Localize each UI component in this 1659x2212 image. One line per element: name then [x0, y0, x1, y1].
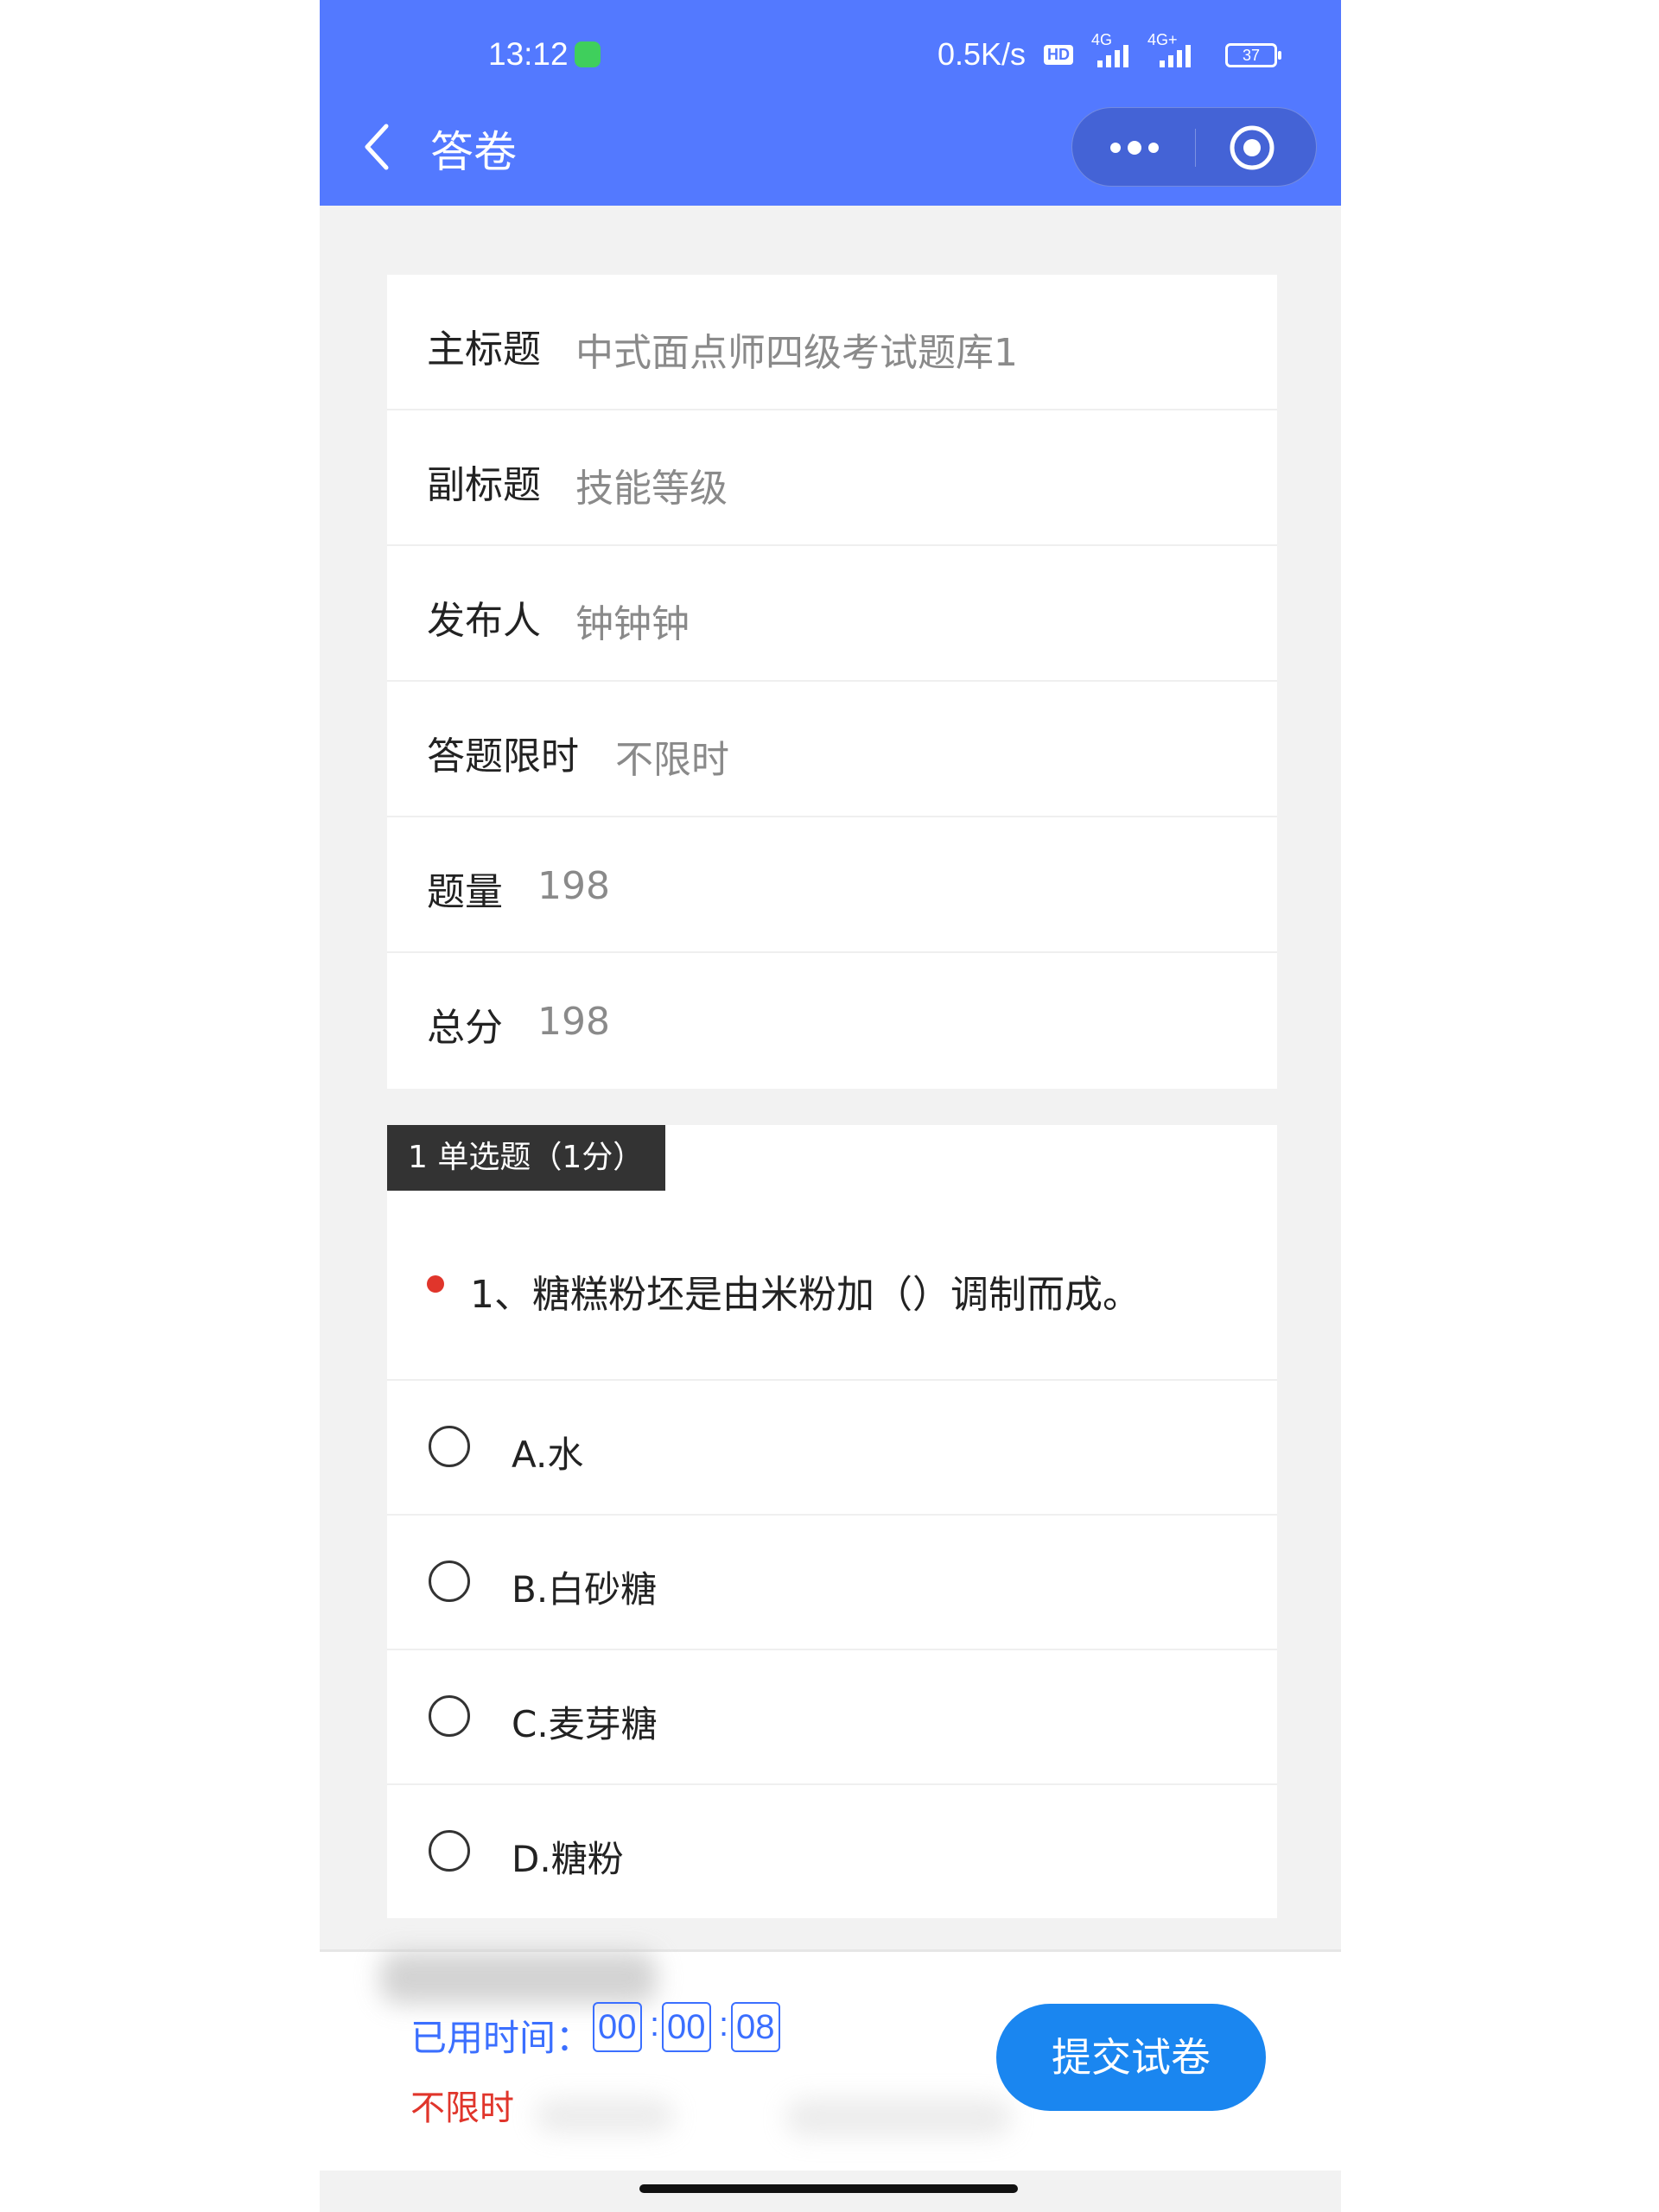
submit-exam-button[interactable]: 提交试卷: [996, 2004, 1266, 2111]
info-label: 答题限时: [427, 734, 579, 779]
radio-icon[interactable]: [429, 1560, 470, 1602]
option-d[interactable]: D.糖粉: [387, 1785, 1277, 1920]
network-speed: 0.5K/s: [938, 36, 1027, 72]
mini-program-capsule: [1071, 107, 1317, 187]
footer-bar: 已用时间： 00 : 00 : 08 不限时 提交试卷: [320, 1949, 1341, 2171]
option-c[interactable]: C.麦芽糖: [387, 1650, 1277, 1785]
info-label: 题量: [427, 870, 503, 914]
required-dot-icon: [427, 1275, 444, 1293]
top-bar: 13:12 0.5K/s HD 4G 4G+ 37 答卷: [320, 0, 1341, 206]
option-label: A.水: [512, 1433, 584, 1476]
info-row-subtitle: 副标题 技能等级: [387, 410, 1277, 546]
question-text: 1、糖糕粉坯是由米粉加（）调制而成。: [470, 1273, 1141, 1317]
battery-icon: 37: [1225, 43, 1281, 67]
phone-screen: 13:12 0.5K/s HD 4G 4G+ 37 答卷 主标题 中式面点师四级…: [320, 0, 1341, 2212]
wechat-notification-icon: [575, 41, 601, 67]
info-label: 主标题: [427, 327, 541, 372]
info-row-total-score: 总分 198: [387, 953, 1277, 1089]
info-value: 198: [537, 1000, 610, 1044]
blurred-area: [786, 2099, 1011, 2137]
timer-minutes: 00: [662, 2002, 711, 2052]
home-indicator[interactable]: [639, 2184, 1018, 2193]
signal-icon: [1097, 45, 1128, 67]
time-limit-text: 不限时: [410, 2088, 514, 2128]
info-label: 发布人: [427, 599, 541, 643]
capsule-divider: [1195, 129, 1196, 167]
info-label: 副标题: [427, 463, 541, 507]
exam-info-card: 主标题 中式面点师四级考试题库1 副标题 技能等级 发布人 钟钟钟 答题限时 不…: [387, 275, 1277, 1089]
question-card: 1 单选题（1分） 1、糖糕粉坯是由米粉加（）调制而成。 A.水 B.白砂糖 C…: [387, 1125, 1277, 1918]
signal-icon-2: [1160, 45, 1191, 67]
info-label: 总分: [427, 1006, 503, 1050]
radio-icon[interactable]: [429, 1695, 470, 1737]
info-row-publisher: 发布人 钟钟钟: [387, 546, 1277, 682]
status-time: 13:12: [488, 36, 569, 72]
timer-separator: :: [650, 2005, 660, 2044]
info-row-time-limit: 答题限时 不限时: [387, 682, 1277, 817]
elapsed-time-label: 已用时间：: [410, 2017, 593, 2059]
back-arrow-icon[interactable]: [359, 121, 400, 173]
info-row-question-count: 题量 198: [387, 817, 1277, 953]
info-value: 198: [537, 864, 610, 908]
info-value: 技能等级: [575, 467, 728, 511]
blurred-area: [536, 2099, 674, 2133]
close-miniprogram-icon[interactable]: [1228, 124, 1276, 172]
radio-icon[interactable]: [429, 1426, 470, 1467]
radio-icon[interactable]: [429, 1830, 470, 1872]
page-title: 答卷: [430, 127, 517, 177]
option-label: D.糖粉: [512, 1838, 624, 1880]
info-value: 不限时: [615, 738, 729, 782]
option-label: B.白砂糖: [512, 1568, 658, 1611]
timer-separator: :: [719, 2005, 729, 2044]
question-type-header: 1 单选题（1分）: [387, 1125, 665, 1191]
timer-seconds: 08: [731, 2002, 780, 2052]
timer-hours: 00: [593, 2002, 642, 2052]
blurred-area: [380, 1952, 657, 2004]
info-value: 中式面点师四级考试题库1: [575, 331, 1018, 375]
hd-badge: HD: [1044, 45, 1073, 65]
option-a[interactable]: A.水: [387, 1381, 1277, 1516]
info-row-main-title: 主标题 中式面点师四级考试题库1: [387, 275, 1277, 410]
more-icon[interactable]: [1098, 125, 1185, 170]
option-b[interactable]: B.白砂糖: [387, 1516, 1277, 1650]
info-value: 钟钟钟: [575, 602, 690, 646]
option-label: C.麦芽糖: [512, 1703, 658, 1745]
